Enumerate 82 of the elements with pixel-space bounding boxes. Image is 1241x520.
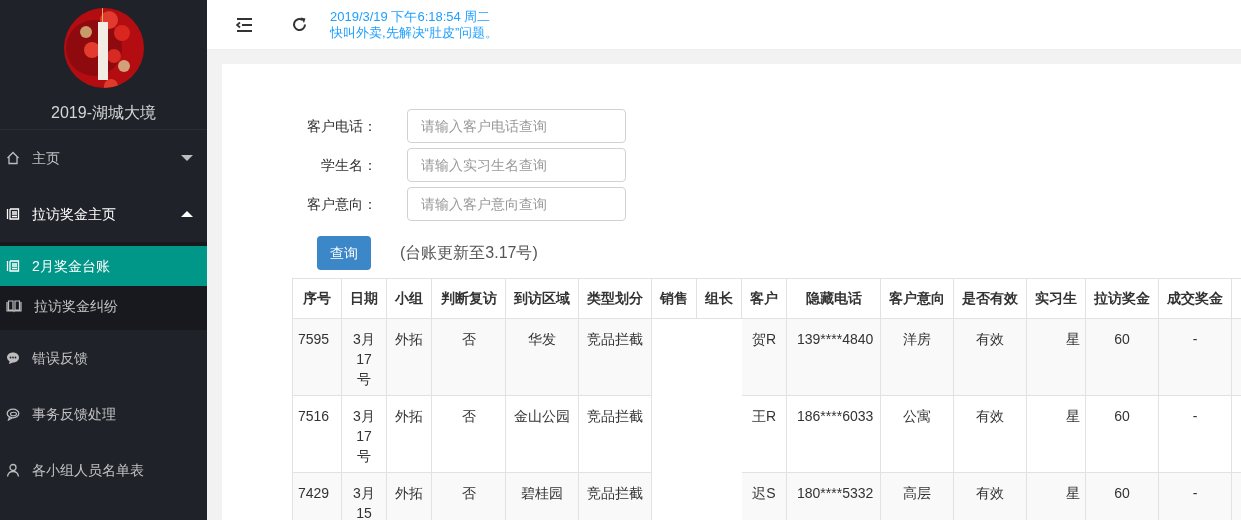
- nav-item[interactable]: 拉访奖金主页: [0, 186, 207, 242]
- table-cell: 外拓: [386, 395, 432, 473]
- column-header: 是否有效: [953, 278, 1027, 319]
- input-field[interactable]: 请输入客户意向查询: [407, 187, 626, 221]
- table-cell: 公寓: [880, 395, 954, 473]
- table-cell: 7595: [292, 318, 342, 396]
- table-cell: 139****4840: [786, 318, 881, 396]
- column-header: 组长: [696, 278, 742, 319]
- table-cell: 洋房: [880, 318, 954, 396]
- nav-item[interactable]: 各小组人员名单表: [0, 442, 207, 498]
- table-cell: 3月17号: [341, 395, 387, 473]
- table-cell: 碧桂园: [505, 472, 579, 520]
- table-cell: 7516: [292, 395, 342, 473]
- nav-item[interactable]: 事务反馈处理: [0, 386, 207, 442]
- table-cell: 外拓: [386, 318, 432, 396]
- table-cell: 竞品拦截: [578, 395, 652, 473]
- table-cell: 迟S: [741, 472, 787, 520]
- table-cell: 否: [431, 318, 506, 396]
- home-icon: [6, 151, 20, 165]
- nav-subitem[interactable]: 拉访奖金纠纷: [0, 286, 207, 326]
- column-header: 类型划分: [578, 278, 652, 319]
- table-cell: 3月15: [341, 472, 387, 520]
- table-cell: 否: [431, 472, 506, 520]
- table-cell: 60: [1085, 472, 1159, 520]
- column-header: 序号: [292, 278, 342, 319]
- nav-subitem[interactable]: 2月奖金台账: [0, 246, 207, 286]
- table-cell: 竞品拦截: [578, 472, 652, 520]
- table-cell: 有效: [953, 395, 1027, 473]
- table-cell: -: [1158, 395, 1232, 473]
- column-header: 拉访奖金: [1085, 278, 1159, 319]
- field-label: 客户电话：: [306, 116, 378, 136]
- table-cell: 金山公园: [505, 395, 579, 473]
- column-header: 成交奖金: [1158, 278, 1232, 319]
- table-cell: 60: [1085, 318, 1159, 396]
- input-field[interactable]: 请输入实习生名查询: [407, 148, 626, 182]
- column-header: 客户: [741, 278, 787, 319]
- nav-item[interactable]: 主页: [0, 130, 207, 186]
- table-cell: 否: [431, 395, 506, 473]
- table-cell: 王R: [741, 395, 787, 473]
- table-cell: -: [1158, 472, 1232, 520]
- book-icon: [6, 299, 22, 313]
- datetime-text: 2019/3/19 下午6:18:54 周二: [330, 8, 492, 25]
- column-header: 小组: [386, 278, 432, 319]
- column-header: 实习生: [1026, 278, 1086, 319]
- column-header: 日期: [341, 278, 387, 319]
- field-label: 学生名：: [320, 155, 378, 175]
- update-note: (台账更新至3.17号): [400, 243, 538, 263]
- table-cell: 高层: [880, 472, 954, 520]
- table-cell: 外拓: [386, 472, 432, 520]
- refresh-icon[interactable]: [291, 16, 308, 33]
- column-header: 销售: [651, 278, 697, 319]
- table-cell: 竞品拦截: [578, 318, 652, 396]
- search-button[interactable]: 查询: [317, 236, 371, 270]
- table-cell: 华发: [505, 318, 579, 396]
- slogan-text: 快叫外卖,先解决“肚皮”问题。: [330, 24, 499, 41]
- menu-icon[interactable]: [236, 17, 253, 32]
- table-cell: 有效: [953, 472, 1027, 520]
- chat-icon: [6, 351, 20, 365]
- column-header: 到访区域: [505, 278, 579, 319]
- table-cell: 贺R: [741, 318, 787, 396]
- chat-bubbles-icon: [6, 407, 20, 421]
- caret-icon: [181, 155, 193, 161]
- table-cell: 180****5332: [786, 472, 881, 520]
- table-cell: 星: [1026, 395, 1086, 473]
- table-cell: 3月17号: [341, 318, 387, 396]
- column-header: 判断复访: [431, 278, 506, 319]
- input-field[interactable]: 请输入客户电话查询: [407, 109, 626, 143]
- field-label: 客户意向：: [306, 194, 378, 214]
- column-header: 客户意向: [880, 278, 954, 319]
- table-cell: 星: [1026, 472, 1086, 520]
- table-cell: -: [1158, 318, 1232, 396]
- table-cell: 星: [1026, 318, 1086, 396]
- list-icon: [6, 207, 20, 221]
- list-icon: [6, 259, 20, 273]
- user-icon: [6, 463, 20, 477]
- table-cell: 186****6033: [786, 395, 881, 473]
- table-cell: 60: [1085, 395, 1159, 473]
- table-cell: 7429: [292, 472, 342, 520]
- nav-item[interactable]: 错误反馈: [0, 330, 207, 386]
- table-cell: 有效: [953, 318, 1027, 396]
- app-title: 2019-湖城大境: [51, 103, 156, 123]
- column-header: 隐藏电话: [786, 278, 881, 319]
